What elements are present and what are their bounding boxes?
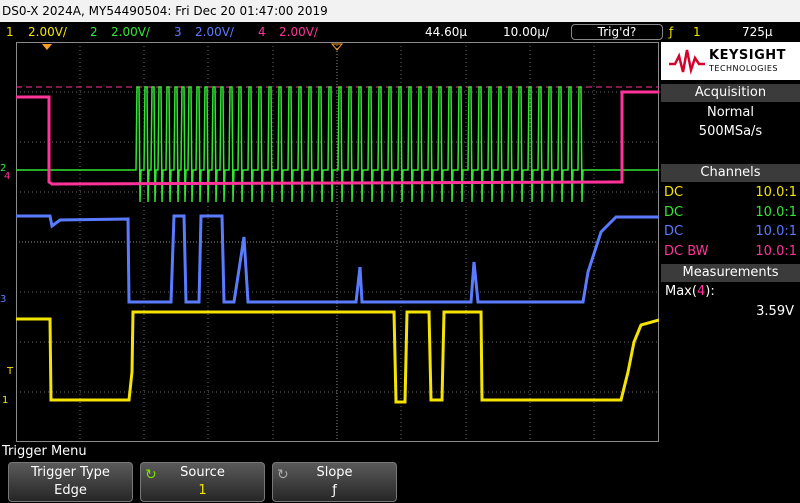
title-bar: DS0-X 2024A, MY54490504: Fri Dec 20 01:4… [0, 0, 800, 22]
keysight-wave-icon [669, 49, 705, 75]
slope-label: Slope [316, 465, 353, 480]
instrument-title: DS0-X 2024A, MY54490504: Fri Dec 20 01:4… [2, 4, 328, 18]
channel-row-3: DC 10.0:1 [664, 222, 797, 241]
ch1-scale[interactable]: 2.00V/ [28, 22, 67, 42]
slope-value: ƒ [332, 483, 337, 498]
trigger-slope-icon: ƒ [669, 25, 674, 39]
ch3-ground-marker[interactable]: 3 [0, 294, 6, 305]
sample-rate: 500MSa/s [698, 124, 763, 139]
ch4-scale[interactable]: 2.00V/ [279, 22, 318, 42]
brand-sub: TECHNOLOGIES [709, 64, 778, 73]
source-softkey[interactable]: ↻ Source 1 [140, 462, 265, 502]
ch4-coupling: DC BW [664, 244, 709, 259]
measurement-label: Max(4): [665, 284, 715, 299]
trigger-position-marker[interactable] [42, 44, 52, 50]
trigger-type-label: Trigger Type [31, 465, 110, 480]
time-scale[interactable]: 10.00µ/ [503, 22, 549, 42]
measurement-name: Max [665, 284, 692, 299]
trigger-status-badge: Trig'd? [571, 24, 663, 40]
trigger-level-marker[interactable]: T [7, 366, 13, 377]
ch2-scale[interactable]: 2.00V/ [111, 22, 150, 42]
measurement-channel: 4 [696, 284, 706, 299]
ch4-probe: 10.0:1 [755, 244, 797, 259]
ch1-probe: 10.0:1 [755, 185, 797, 200]
ch2-coupling: DC [664, 205, 684, 220]
ch3-scale[interactable]: 2.00V/ [195, 22, 234, 42]
ch4-number[interactable]: 4 [258, 22, 266, 42]
trigger-level[interactable]: 725µ [742, 22, 773, 42]
menu-title: Trigger Menu [2, 444, 87, 459]
side-panel: KEYSIGHT TECHNOLOGIES Acquisition Normal… [661, 42, 800, 442]
ch1-number[interactable]: 1 [6, 22, 14, 42]
ch4-ground-marker[interactable]: 4 [4, 171, 10, 182]
acquisition-mode: Normal [706, 105, 755, 120]
time-reference-marker[interactable] [330, 43, 344, 51]
trigger-type-value: Edge [54, 483, 87, 498]
measurements-header[interactable]: Measurements [661, 264, 800, 282]
channel-row-2: DC 10.0:1 [664, 203, 797, 222]
ch3-coupling: DC [664, 224, 684, 239]
channels-header[interactable]: Channels [661, 164, 800, 182]
ch1-ground-marker[interactable]: 1 [2, 395, 8, 406]
trigger-type-softkey[interactable]: Trigger Type Edge [8, 462, 133, 502]
measurement-value: 3.59V [756, 304, 794, 319]
channel-row-1: DC 10.0:1 [664, 183, 797, 202]
ch1-coupling: DC [664, 185, 684, 200]
measurement-paren-close: ): [705, 284, 715, 299]
brand-name: KEYSIGHT [709, 48, 786, 63]
ch3-probe: 10.0:1 [755, 224, 797, 239]
channel-row-4: DC BW 10.0:1 [664, 242, 797, 261]
acquisition-header[interactable]: Acquisition [661, 84, 800, 102]
status-bar: 1 2.00V/ 2 2.00V/ 3 2.00V/ 4 2.00V/ 44.6… [0, 22, 800, 42]
ch2-number[interactable]: 2 [90, 22, 98, 42]
source-label: Source [180, 465, 225, 480]
trigger-source[interactable]: 1 [693, 22, 701, 42]
waveform-display[interactable] [16, 42, 659, 442]
source-value: 1 [198, 483, 207, 498]
keysight-logo: KEYSIGHT TECHNOLOGIES [661, 42, 800, 80]
ch3-number[interactable]: 3 [174, 22, 182, 42]
slope-softkey[interactable]: ↻ Slope ƒ [272, 462, 397, 502]
time-position[interactable]: 44.60µ [425, 22, 467, 42]
ch2-probe: 10.0:1 [755, 205, 797, 220]
graticule-axes [16, 42, 659, 442]
